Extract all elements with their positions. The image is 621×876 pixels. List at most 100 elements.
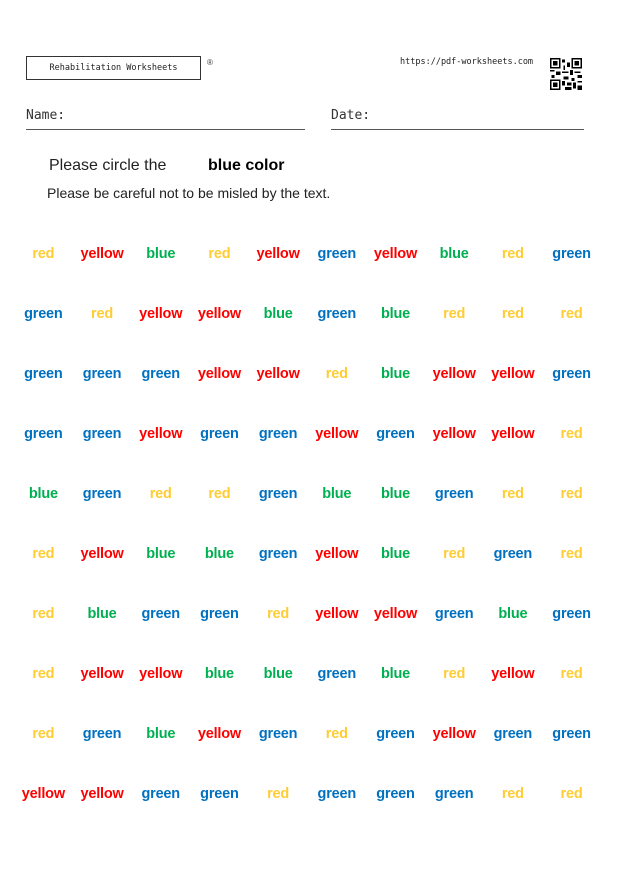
color-word[interactable]: yellow bbox=[73, 786, 132, 802]
color-word[interactable]: red bbox=[425, 306, 484, 322]
color-word[interactable]: yellow bbox=[307, 426, 366, 442]
color-word[interactable]: green bbox=[484, 726, 543, 742]
color-word[interactable]: red bbox=[14, 606, 73, 622]
color-word[interactable]: green bbox=[366, 426, 425, 442]
color-word[interactable]: green bbox=[366, 726, 425, 742]
color-word[interactable]: yellow bbox=[73, 666, 132, 682]
color-word[interactable]: blue bbox=[190, 666, 249, 682]
color-word[interactable]: yellow bbox=[131, 306, 190, 322]
color-word[interactable]: blue bbox=[366, 366, 425, 382]
color-word[interactable]: blue bbox=[131, 726, 190, 742]
color-word[interactable]: red bbox=[542, 786, 601, 802]
color-word[interactable]: blue bbox=[131, 546, 190, 562]
color-word[interactable]: red bbox=[131, 486, 190, 502]
color-word[interactable]: red bbox=[14, 246, 73, 262]
color-word[interactable]: green bbox=[73, 726, 132, 742]
color-word[interactable]: yellow bbox=[249, 246, 308, 262]
color-word[interactable]: green bbox=[190, 606, 249, 622]
color-word[interactable]: yellow bbox=[73, 246, 132, 262]
color-word[interactable]: yellow bbox=[190, 306, 249, 322]
color-word[interactable]: green bbox=[425, 606, 484, 622]
color-word[interactable]: green bbox=[190, 786, 249, 802]
color-word[interactable]: green bbox=[73, 366, 132, 382]
color-word[interactable]: green bbox=[73, 486, 132, 502]
color-word[interactable]: blue bbox=[131, 246, 190, 262]
color-word[interactable]: green bbox=[542, 726, 601, 742]
color-word[interactable]: green bbox=[131, 606, 190, 622]
color-word[interactable]: red bbox=[307, 366, 366, 382]
color-word[interactable]: red bbox=[542, 426, 601, 442]
color-word[interactable]: green bbox=[366, 786, 425, 802]
color-word[interactable]: red bbox=[73, 306, 132, 322]
color-word[interactable]: yellow bbox=[484, 366, 543, 382]
color-word[interactable]: blue bbox=[366, 666, 425, 682]
color-word[interactable]: blue bbox=[425, 246, 484, 262]
color-word[interactable]: green bbox=[542, 246, 601, 262]
color-word[interactable]: green bbox=[249, 486, 308, 502]
color-word[interactable]: blue bbox=[366, 306, 425, 322]
color-word[interactable]: blue bbox=[366, 486, 425, 502]
color-word[interactable]: yellow bbox=[366, 606, 425, 622]
color-word[interactable]: green bbox=[190, 426, 249, 442]
name-field[interactable]: Name: bbox=[26, 108, 305, 130]
color-word[interactable]: yellow bbox=[484, 666, 543, 682]
date-field[interactable]: Date: bbox=[331, 108, 584, 130]
color-word[interactable]: green bbox=[307, 786, 366, 802]
color-word[interactable]: green bbox=[131, 786, 190, 802]
color-word[interactable]: yellow bbox=[307, 606, 366, 622]
color-word[interactable]: green bbox=[14, 366, 73, 382]
color-word[interactable]: yellow bbox=[425, 426, 484, 442]
color-word[interactable]: green bbox=[14, 306, 73, 322]
color-word[interactable]: red bbox=[484, 306, 543, 322]
color-word[interactable]: red bbox=[425, 666, 484, 682]
color-word[interactable]: red bbox=[542, 546, 601, 562]
color-word[interactable]: blue bbox=[249, 666, 308, 682]
color-word[interactable]: green bbox=[249, 426, 308, 442]
color-word[interactable]: green bbox=[249, 546, 308, 562]
color-word[interactable]: yellow bbox=[14, 786, 73, 802]
color-word[interactable]: red bbox=[425, 546, 484, 562]
color-word[interactable]: red bbox=[542, 306, 601, 322]
color-word[interactable]: red bbox=[484, 786, 543, 802]
color-word[interactable]: blue bbox=[190, 546, 249, 562]
color-word[interactable]: yellow bbox=[425, 366, 484, 382]
color-word[interactable]: blue bbox=[14, 486, 73, 502]
color-word[interactable]: yellow bbox=[73, 546, 132, 562]
color-word[interactable]: green bbox=[14, 426, 73, 442]
color-word[interactable]: green bbox=[307, 246, 366, 262]
color-word[interactable]: red bbox=[190, 486, 249, 502]
color-word[interactable]: yellow bbox=[249, 366, 308, 382]
color-word[interactable]: green bbox=[542, 606, 601, 622]
color-word[interactable]: yellow bbox=[190, 726, 249, 742]
color-word[interactable]: red bbox=[484, 486, 543, 502]
color-word[interactable]: green bbox=[484, 546, 543, 562]
color-word[interactable]: red bbox=[307, 726, 366, 742]
color-word[interactable]: yellow bbox=[131, 426, 190, 442]
site-url[interactable]: https://pdf-worksheets.com bbox=[400, 57, 533, 67]
color-word[interactable]: red bbox=[484, 246, 543, 262]
color-word[interactable]: green bbox=[249, 726, 308, 742]
color-word[interactable]: red bbox=[14, 546, 73, 562]
color-word[interactable]: yellow bbox=[425, 726, 484, 742]
color-word[interactable]: yellow bbox=[190, 366, 249, 382]
color-word[interactable]: green bbox=[307, 666, 366, 682]
color-word[interactable]: green bbox=[425, 786, 484, 802]
color-word[interactable]: blue bbox=[249, 306, 308, 322]
color-word[interactable]: yellow bbox=[484, 426, 543, 442]
color-word[interactable]: blue bbox=[307, 486, 366, 502]
color-word[interactable]: blue bbox=[73, 606, 132, 622]
color-word[interactable]: green bbox=[307, 306, 366, 322]
color-word[interactable]: yellow bbox=[131, 666, 190, 682]
color-word[interactable]: yellow bbox=[366, 246, 425, 262]
color-word[interactable]: red bbox=[14, 726, 73, 742]
color-word[interactable]: red bbox=[542, 666, 601, 682]
color-word[interactable]: red bbox=[542, 486, 601, 502]
color-word[interactable]: red bbox=[249, 606, 308, 622]
color-word[interactable]: red bbox=[14, 666, 73, 682]
color-word[interactable]: green bbox=[73, 426, 132, 442]
color-word[interactable]: green bbox=[542, 366, 601, 382]
color-word[interactable]: red bbox=[190, 246, 249, 262]
color-word[interactable]: yellow bbox=[307, 546, 366, 562]
color-word[interactable]: green bbox=[131, 366, 190, 382]
color-word[interactable]: blue bbox=[366, 546, 425, 562]
